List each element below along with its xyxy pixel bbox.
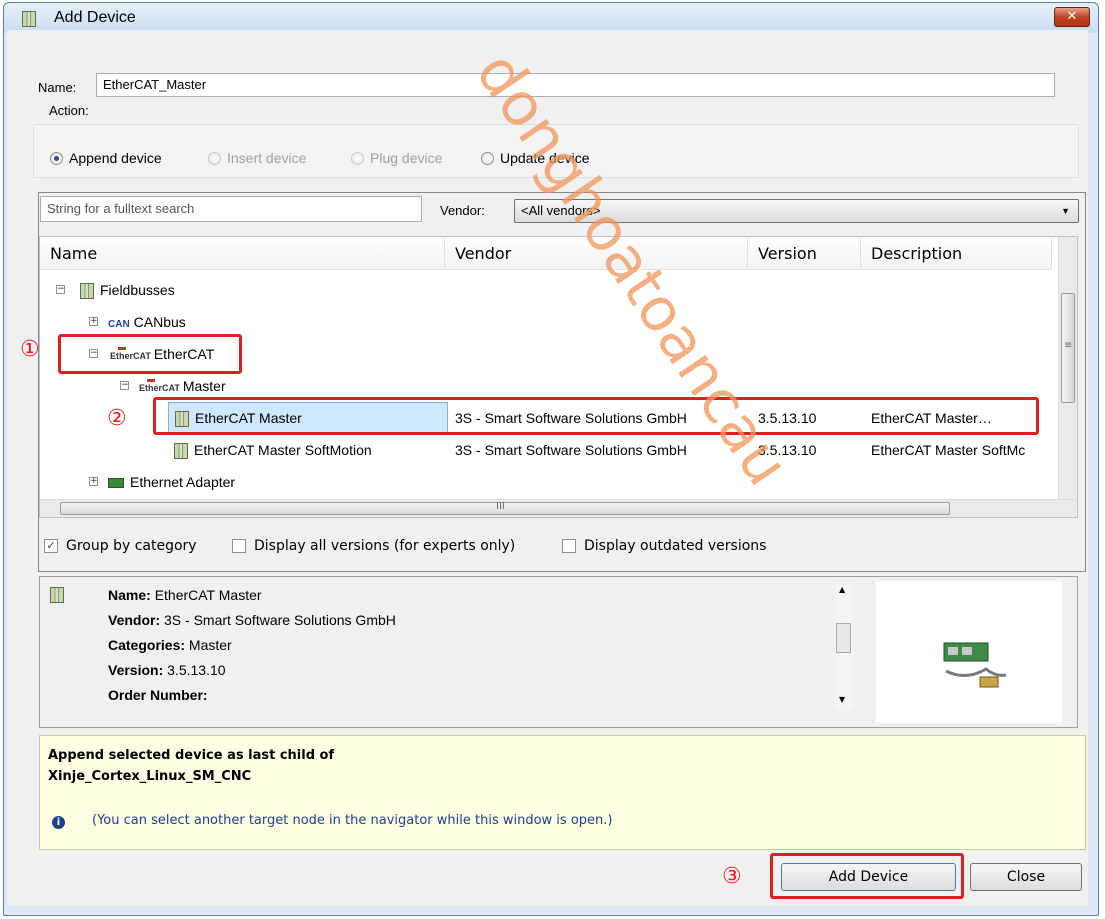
radio-selected-icon xyxy=(50,151,63,165)
vendor-select[interactable]: <All vendors> ▼ xyxy=(514,199,1079,223)
close-button[interactable]: Close xyxy=(970,863,1082,891)
column-header-vendor[interactable]: Vendor xyxy=(445,237,748,270)
scroll-up-icon[interactable]: ▲ xyxy=(839,585,845,594)
close-window-button[interactable]: ✕ xyxy=(1054,7,1090,27)
name-input[interactable]: EtherCAT_Master xyxy=(96,73,1055,97)
device-icon xyxy=(80,283,94,300)
vendor-select-value: <All vendors> xyxy=(521,203,601,218)
tree-row-ethernet-adapter[interactable]: + Ethernet Adapter xyxy=(40,466,1052,498)
info-vertical-scrollbar[interactable]: ▲ ▼ xyxy=(835,583,853,709)
hint-line-1: Append selected device as last child of xyxy=(48,748,335,763)
ethernet-icon xyxy=(108,478,124,489)
tree-vertical-scrollbar[interactable]: ≡ xyxy=(1058,237,1077,509)
radio-update-device[interactable]: Update device xyxy=(481,150,590,166)
radio-icon xyxy=(481,151,494,165)
highlight-box-ethercat-master xyxy=(153,397,1039,435)
radio-append-device[interactable]: Append device xyxy=(50,150,162,166)
checkbox-display-outdated[interactable]: Display outdated versions xyxy=(562,538,766,554)
column-header-version[interactable]: Version xyxy=(748,237,861,270)
title-bar: Add Device ✕ xyxy=(4,3,1098,33)
grip-icon: III xyxy=(496,501,505,512)
collapse-icon[interactable]: − xyxy=(120,381,129,390)
device-info-panel: Name: EtherCAT Master Vendor: 3S - Smart… xyxy=(39,576,1078,728)
radio-plug-device[interactable]: Plug device xyxy=(351,150,442,166)
radio-update-label: Update device xyxy=(500,150,590,166)
column-header-name[interactable]: Name xyxy=(40,237,445,270)
tree-row-ethercat-master-softmotion[interactable]: EtherCAT Master SoftMotion 3S - Smart So… xyxy=(40,434,1052,466)
vertical-scroll-thumb[interactable]: ≡ xyxy=(1061,293,1075,403)
info-order-number: Order Number: xyxy=(108,687,208,703)
annotation-number-2: ② xyxy=(107,406,127,431)
radio-insert-label: Insert device xyxy=(227,150,307,166)
horizontal-scroll-thumb[interactable]: III xyxy=(60,501,950,515)
tree-row-label: EtherCAT Master SoftMotion xyxy=(174,434,372,466)
vendor-label: Vendor: xyxy=(440,203,485,218)
radio-append-label: Append device xyxy=(69,150,162,166)
device-icon xyxy=(174,443,188,460)
radio-icon xyxy=(208,151,221,165)
fulltext-search-input[interactable]: String for a fulltext search xyxy=(40,196,422,222)
hint-note: (You can select another target node in t… xyxy=(92,813,613,828)
device-tree: Name Vendor Version Description − Fieldb… xyxy=(39,236,1078,518)
hint-target-node: Xinje_Cortex_Linux_SM_CNC xyxy=(48,769,252,784)
checkbox-display-all-versions[interactable]: Display all versions (for experts only) xyxy=(232,538,515,554)
scroll-down-icon[interactable]: ▼ xyxy=(839,695,845,704)
annotation-number-1: ① xyxy=(20,337,40,362)
device-icon xyxy=(50,587,64,603)
checkbox-checked-icon: ✓ xyxy=(44,539,58,553)
highlight-box-ethercat xyxy=(58,334,242,374)
radio-insert-device[interactable]: Insert device xyxy=(208,150,306,166)
info-version: Version: 3.5.13.10 xyxy=(108,662,226,678)
expand-icon[interactable]: + xyxy=(89,477,98,486)
collapse-icon[interactable]: − xyxy=(56,285,65,294)
radio-plug-label: Plug device xyxy=(370,150,443,166)
vendor-cell: 3S - Smart Software Solutions GmbH xyxy=(455,442,687,458)
dialog-title: Add Device xyxy=(54,9,136,26)
info-icon: i xyxy=(52,816,65,829)
highlight-box-add-device xyxy=(770,853,964,899)
tree-row-fieldbusses[interactable]: − Fieldbusses xyxy=(40,274,1052,306)
description-cell: EtherCAT Master SoftMc xyxy=(871,442,1026,458)
can-icon: CAN xyxy=(108,319,130,330)
version-cell: 3.5.13.10 xyxy=(758,442,817,458)
info-categories: Categories: Master xyxy=(108,637,232,653)
device-icon xyxy=(22,11,36,27)
radio-icon xyxy=(351,151,364,165)
checkbox-group-by-category[interactable]: ✓ Group by category xyxy=(44,538,197,554)
grip-icon: ≡ xyxy=(1064,340,1073,351)
checkbox-label: Display all versions (for experts only) xyxy=(254,538,516,554)
checkbox-icon xyxy=(562,539,576,553)
name-label: Name: xyxy=(38,80,77,95)
info-name: Name: EtherCAT Master xyxy=(108,587,262,603)
info-vendor: Vendor: 3S - Smart Software Solutions Gm… xyxy=(108,612,396,628)
tree-horizontal-scrollbar[interactable]: III xyxy=(40,499,1077,517)
action-label: Action: xyxy=(49,103,89,118)
ethercat-icon: EtherCAT xyxy=(139,383,180,393)
scroll-thumb[interactable] xyxy=(836,623,851,653)
expand-icon[interactable]: + xyxy=(89,317,98,326)
checkbox-label: Display outdated versions xyxy=(584,538,767,554)
checkbox-icon xyxy=(232,539,246,553)
tree-row-label: Ethernet Adapter xyxy=(108,466,235,498)
chevron-down-icon: ▼ xyxy=(1061,206,1070,216)
close-icon: ✕ xyxy=(1066,9,1078,24)
device-image xyxy=(876,581,1062,723)
checkbox-label: Group by category xyxy=(66,538,197,554)
append-hint-panel: Append selected device as last child of … xyxy=(39,735,1086,850)
tree-row-label: Fieldbusses xyxy=(80,274,175,306)
column-header-description[interactable]: Description xyxy=(861,237,1052,270)
annotation-number-3: ③ xyxy=(722,864,742,889)
